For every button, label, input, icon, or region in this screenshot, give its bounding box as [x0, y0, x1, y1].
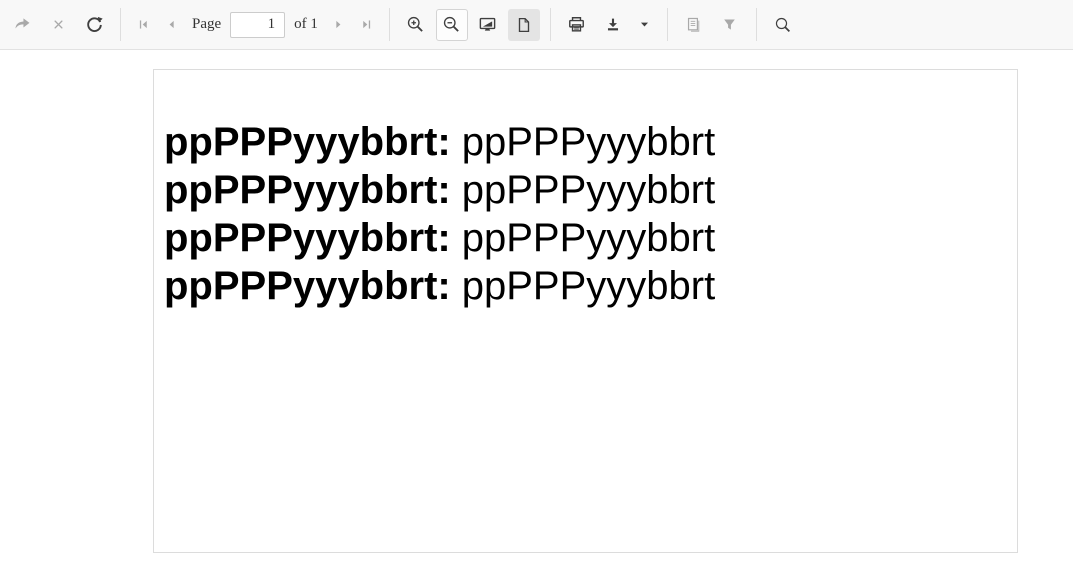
zoom-in-button[interactable] — [400, 9, 432, 41]
report-viewer: Page of 1 — [0, 0, 1073, 588]
refresh-button[interactable] — [78, 9, 110, 41]
field-label: ppPPPyyybbrt: — [164, 264, 451, 308]
navigate-forward-button[interactable] — [6, 9, 38, 41]
field-label: ppPPPyyybbrt: — [164, 168, 451, 212]
field-label: ppPPPyyybbrt: — [164, 216, 451, 260]
zoom-in-icon — [406, 15, 425, 34]
page-total-label: of 1 — [294, 16, 318, 33]
parameters-filter-button[interactable] — [714, 9, 746, 41]
filter-funnel-icon — [721, 16, 738, 33]
toolbar: Page of 1 — [0, 0, 1073, 50]
toolbar-separator — [389, 8, 390, 41]
search-icon — [774, 16, 792, 34]
field-value: ppPPPyyybbrt — [462, 168, 715, 212]
cancel-rendering-button[interactable] — [42, 9, 74, 41]
refresh-icon — [85, 15, 104, 34]
previous-page-button[interactable] — [158, 9, 184, 41]
download-icon — [604, 16, 622, 34]
print-button[interactable] — [561, 9, 593, 41]
export-format-dropdown[interactable] — [632, 9, 658, 41]
field-value: ppPPPyyybbrt — [462, 216, 715, 260]
document-line: ppPPPyyybbrt:ppPPPyyybbrt — [164, 214, 1007, 262]
fit-page-width-button[interactable] — [472, 9, 504, 41]
field-value: ppPPPyyybbrt — [462, 120, 715, 164]
export-download-button[interactable] — [597, 9, 629, 41]
page-label: Page — [192, 16, 221, 33]
caret-down-icon — [638, 18, 651, 31]
toolbar-separator — [756, 8, 757, 41]
first-page-button[interactable] — [130, 9, 156, 41]
forward-arrow-icon — [13, 15, 32, 34]
print-icon — [567, 15, 586, 34]
first-page-icon — [137, 18, 150, 31]
document-line: ppPPPyyybbrt:ppPPPyyybbrt — [164, 262, 1007, 310]
toolbar-separator — [120, 8, 121, 41]
previous-page-icon — [165, 18, 178, 31]
fit-width-monitor-icon — [478, 15, 497, 34]
field-label: ppPPPyyybbrt: — [164, 120, 451, 164]
zoom-out-button[interactable] — [436, 9, 468, 41]
zoom-out-icon — [442, 15, 461, 34]
viewer-content: ppPPPyyybbrt:ppPPPyyybbrt ppPPPyyybbrt:p… — [0, 50, 1073, 587]
page-number-input[interactable] — [230, 12, 285, 38]
next-page-button[interactable] — [326, 9, 352, 41]
toolbar-separator — [550, 8, 551, 41]
document-map-icon — [685, 16, 702, 33]
fit-whole-page-button[interactable] — [508, 9, 540, 41]
document-map-button[interactable] — [678, 9, 710, 41]
close-x-icon — [51, 17, 66, 32]
fit-page-icon — [515, 16, 533, 34]
toolbar-separator — [667, 8, 668, 41]
next-page-icon — [332, 18, 345, 31]
field-value: ppPPPyyybbrt — [462, 264, 715, 308]
document-line: ppPPPyyybbrt:ppPPPyyybbrt — [164, 118, 1007, 166]
search-button[interactable] — [767, 9, 799, 41]
document-page: ppPPPyyybbrt:ppPPPyyybbrt ppPPPyyybbrt:p… — [153, 69, 1018, 553]
last-page-button[interactable] — [354, 9, 380, 41]
document-line: ppPPPyyybbrt:ppPPPyyybbrt — [164, 166, 1007, 214]
last-page-icon — [360, 18, 373, 31]
